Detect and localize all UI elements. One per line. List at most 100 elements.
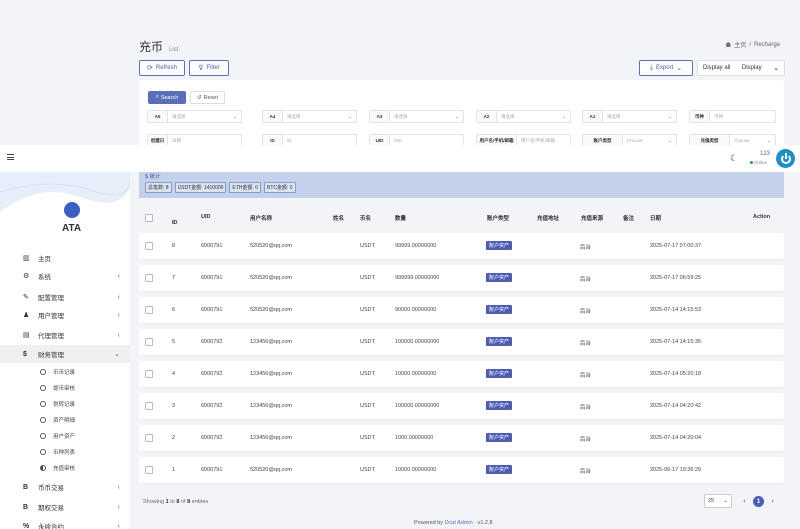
filter-input[interactable]: 币种 (709, 110, 776, 123)
table-row: 3 6000792 123456@qq.com USDT 100000.00000000… (139, 393, 784, 419)
sidebar-item-label: 配置管理 (38, 295, 64, 302)
sidebar-subitem-0[interactable]: 币币记录 (0, 365, 130, 379)
reset-button[interactable]: ↺ Reset (190, 91, 225, 104)
chevron-left-icon: ‹ (117, 522, 120, 529)
table-row: 4 6000792 123456@qq.com USDT 10000.00000000 账… (139, 361, 784, 387)
footer-link[interactable]: Dcat Admin (445, 520, 473, 526)
sidebar-subitem-5[interactable]: 币种列表 (0, 445, 130, 459)
breadcrumb-current: Recharge (753, 41, 780, 48)
filter-field-0-1[interactable]: A4 请选择 ⌄ (262, 110, 357, 123)
filter-field-0-5[interactable]: 币种 币种 (689, 110, 776, 123)
cell-date: 2025-07-14 05:20:18 (650, 371, 702, 377)
dark-mode-icon[interactable]: ☾ (730, 153, 738, 164)
brand-logo-icon (64, 202, 80, 218)
sidebar-bottom-item-1[interactable]: B 期权交易 ‹ (0, 498, 130, 516)
cell-username: 520520@qq.com (250, 467, 292, 473)
col-action: Action (753, 214, 771, 220)
sidebar-item-label: 永续合约 (38, 524, 64, 529)
cell-source: 后台 (580, 245, 592, 251)
summary-panel: $ 统计 总笔数: 8 USDT金额: 1410000 ETH金额: 0 BTC金额:… (139, 172, 784, 198)
sidebar-item-0[interactable]: ▥ 主页 (0, 249, 130, 267)
sidebar-item-1[interactable]: ⚙ 系统 ‹ (0, 267, 130, 285)
table-header: ID ↑ UID 用户名称 姓名 币名 数量 账户类型 充值地址 充值来源 备注… (139, 208, 784, 228)
row-checkbox[interactable] (145, 306, 153, 314)
sidebar-subitem-2[interactable]: 划转记录 (0, 397, 130, 411)
page-title: 充币 List (139, 38, 178, 55)
id-card-icon: ▤ (23, 332, 30, 339)
filter-input[interactable]: 请选择 ⌄ (602, 110, 677, 123)
user-name[interactable]: 123 (760, 151, 770, 157)
sidebar-item-5[interactable]: $ 财务管理 ⌄ (0, 345, 130, 363)
filter-panel: ⌕ Search ↺ Reset A5 请选择 ⌄ A4 请选择 ⌄ A3 请选择 ⌄ A2 请选择… (139, 80, 784, 152)
chevron-left-icon: ‹ (117, 293, 120, 301)
avatar[interactable] (776, 149, 795, 168)
sidebar-item-2[interactable]: ✎ 配置管理 ‹ (0, 288, 130, 306)
sidebar-item-3[interactable]: ♟ 用户管理 ‹ (0, 306, 130, 324)
sidebar-subitem-3[interactable]: 资产明细 (0, 413, 130, 427)
table-row: 6 6000791 520520@qq.com USDT 90000.00000000 账… (139, 297, 784, 323)
page-size-select[interactable]: 25 ⌄ (704, 494, 732, 508)
filter-input[interactable]: 请选择 ⌄ (389, 110, 464, 123)
filter-input[interactable]: 请选择 ⌄ (282, 110, 357, 123)
filter-field-0-3[interactable]: A2 请选择 ⌄ (476, 110, 571, 123)
row-checkbox[interactable] (145, 434, 153, 442)
refresh-button[interactable]: ⟳ Refresh (139, 60, 185, 76)
display-columns-button[interactable]: Display all Display ⌄ (697, 60, 785, 76)
cell-source: 后台 (580, 437, 592, 443)
row-checkbox[interactable] (145, 402, 153, 410)
filter-input[interactable]: 请选择 ⌄ (167, 110, 242, 123)
sidebar-bottom-item-2[interactable]: % 永续合约 ‹ (0, 517, 130, 529)
row-checkbox[interactable] (145, 242, 153, 250)
filter-label: Filter (206, 65, 220, 71)
chevron-down-icon: ⌄ (723, 498, 728, 504)
search-label: Search (160, 94, 179, 101)
menu-toggle-icon[interactable] (7, 154, 14, 160)
cell-username: 520520@qq.com (250, 275, 292, 281)
next-page-icon[interactable]: › (767, 496, 778, 507)
col-amount: 数量 (395, 216, 407, 222)
col-uid: UID (201, 214, 211, 220)
online-dot-icon (750, 161, 753, 164)
chevron-down-icon: ⌄ (676, 65, 683, 72)
sidebar-subitem-6[interactable]: 充值审核 (0, 461, 130, 475)
sidebar-item-4[interactable]: ▤ 代理管理 ‹ (0, 326, 130, 344)
cell-date: 2025-07-14 14:15:53 (650, 307, 702, 313)
filter-field-0-2[interactable]: A3 请选择 ⌄ (369, 110, 464, 123)
chevron-left-icon: ‹ (117, 272, 120, 280)
breadcrumb-separator: / (749, 41, 751, 48)
filter-button[interactable]: ⊽ Filter (189, 60, 229, 76)
cell-coin: USDT (360, 339, 375, 345)
cell-source: 后台 (580, 469, 592, 475)
select-all-checkbox[interactable] (145, 214, 153, 222)
col-account-type: 账户类型 (487, 216, 510, 222)
page-current[interactable]: 1 (753, 496, 764, 507)
filter-field-0-0[interactable]: A5 请选择 ⌄ (147, 110, 242, 123)
cell-uid: 6000792 (201, 403, 223, 409)
sidebar-subitem-4[interactable]: 用户资产 (0, 429, 130, 443)
account-type-badge: 账户资产 (486, 433, 513, 442)
row-checkbox[interactable] (145, 338, 153, 346)
breadcrumb-home[interactable]: 主页 (734, 40, 746, 49)
prev-page-icon[interactable]: ‹ (739, 496, 750, 507)
cell-source: 后台 (580, 405, 592, 411)
sidebar-item-label: 主页 (38, 256, 51, 263)
table-row: 2 6000792 123456@qq.com USDT 1000.00000000 账户… (139, 425, 784, 451)
sidebar-bottom-item-0[interactable]: B 币币交易 ‹ (0, 478, 130, 496)
filter-field-0-4[interactable]: A1 请选择 ⌄ (582, 110, 677, 123)
col-username: 用户名称 (250, 216, 273, 222)
cell-coin: USDT (360, 371, 375, 377)
search-button[interactable]: ⌕ Search (148, 91, 186, 104)
filter-input[interactable]: 请选择 ⌄ (496, 110, 571, 123)
row-checkbox[interactable] (145, 274, 153, 282)
cell-source: 后台 (580, 277, 592, 283)
export-button[interactable]: ⤓ Export ⌄ (639, 60, 693, 76)
row-checkbox[interactable] (145, 370, 153, 378)
cell-date: 2025-07-14 14:15:35 (650, 339, 702, 345)
row-checkbox[interactable] (145, 466, 153, 474)
col-name: 姓名 (333, 216, 345, 222)
sidebar-subitem-1[interactable]: 提币审核 (0, 381, 130, 395)
filter-placeholder: ID (287, 138, 292, 143)
chevron-down-icon: ⌄ (348, 113, 352, 119)
online-status: Online (750, 160, 767, 165)
sidebar-item-label: 币币交易 (38, 485, 64, 492)
